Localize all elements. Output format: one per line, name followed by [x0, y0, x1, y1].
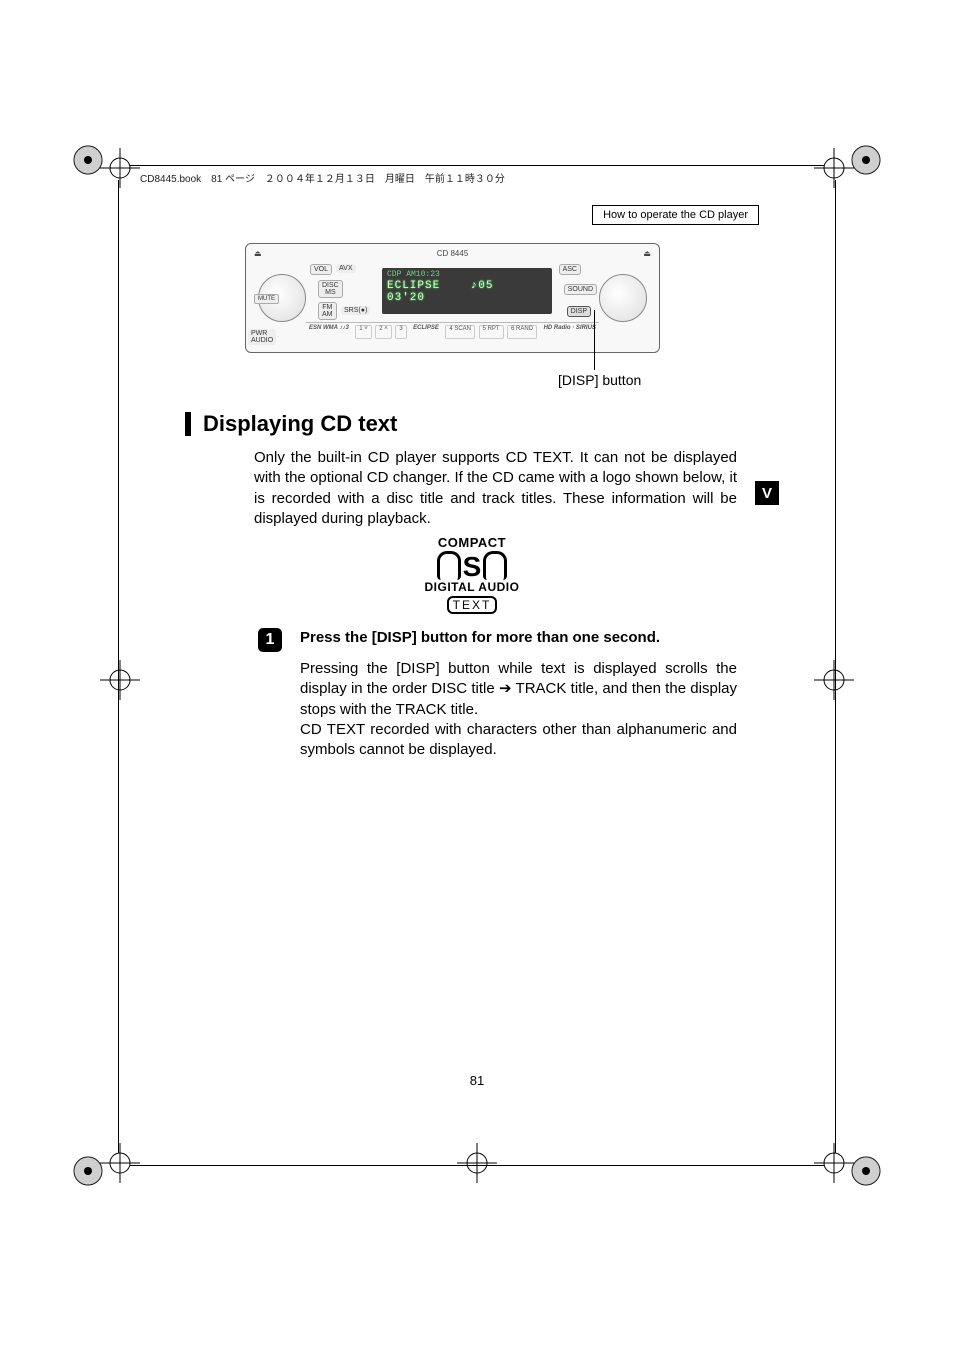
page: CD8445.book 81 ページ ２００４年１２月１３日 月曜日 午前１１時…	[0, 0, 954, 1351]
mute-button: MUTE	[254, 294, 279, 304]
crosshair-icon	[457, 1143, 497, 1183]
strip-btn-4: 4 SCAN	[445, 325, 475, 339]
strip-esn-label: ESN WMA ♪♪3	[306, 325, 352, 339]
intro-paragraph: Only the built-in CD player supports CD …	[254, 448, 737, 529]
disc-ms-button: DISC MS	[318, 280, 343, 298]
crosshair-icon	[814, 1143, 854, 1183]
crosshair-icon	[100, 660, 140, 700]
crop-line	[118, 180, 119, 1153]
breadcrumb: How to operate the CD player	[592, 205, 759, 225]
compact-disc-text-logo: COMPACT S DIGITAL AUDIO TEXT	[420, 535, 524, 614]
logo-d-shape-icon	[437, 551, 461, 580]
asc-button: ASC	[559, 264, 581, 275]
crop-line	[130, 165, 824, 166]
crosshair-icon	[814, 660, 854, 700]
screen-mode-label: CDP AM10:23	[387, 270, 440, 279]
sound-button: SOUND	[564, 284, 597, 295]
step-number-badge: 1	[258, 628, 282, 652]
vol-label: VOL	[310, 264, 332, 275]
device-button-strip: ESN WMA ♪♪3 1 ˅ 2 ˄ 3 ECLIPSE 4 SCAN 5 R…	[306, 322, 599, 339]
device-illustration: ⏏ CD 8445 ⏏ MUTE VOL AVX DISC MS FM AM S…	[245, 243, 660, 353]
crosshair-icon	[100, 148, 140, 188]
callout-line	[594, 310, 595, 370]
page-meta-header: CD8445.book 81 ページ ２００４年１２月１３日 月曜日 午前１１時…	[140, 170, 505, 185]
device-model-label: CD 8445	[437, 249, 469, 258]
crop-line	[835, 180, 836, 1153]
section-tab-v: V	[755, 481, 779, 505]
strip-btn-5: 5 RPT	[479, 325, 504, 339]
strip-btn-6: 6 RAND	[507, 325, 537, 339]
crop-line	[130, 1165, 824, 1166]
device-eject-icon: ⏏	[254, 249, 262, 258]
fm-am-button: FM AM	[318, 302, 337, 320]
screen-time-label: 03'20	[387, 292, 425, 304]
strip-btn-2: 2 ˄	[375, 325, 392, 339]
section-heading: Displaying CD text	[185, 412, 397, 436]
tune-knob	[599, 274, 647, 322]
srs-label: SRS(●)	[341, 306, 370, 315]
step-paragraph: Pressing the [DISP] button while text is…	[300, 659, 737, 760]
device-eject-icon: ⏏	[643, 249, 651, 258]
logo-text-label: TEXT	[447, 596, 498, 614]
screen-track-label: ♪05	[471, 280, 494, 292]
step-heading: Press the [DISP] button for more than on…	[300, 629, 660, 646]
pwr-audio-label: PWR AUDIO	[248, 329, 276, 345]
strip-btn-1: 1 ˅	[355, 325, 372, 339]
logo-d-shape-icon	[483, 551, 507, 580]
logo-s-letter: S	[463, 554, 482, 580]
logo-digital-audio-label: DIGITAL AUDIO	[420, 580, 524, 594]
disp-button-callout: [DISP] button	[558, 372, 641, 388]
avx-label: AVX	[336, 264, 356, 273]
crosshair-icon	[100, 1143, 140, 1183]
strip-btn-3: 3	[395, 325, 406, 339]
device-lcd-screen: CDP AM10:23 ECLIPSE ♪05 03'20	[382, 268, 552, 314]
crosshair-icon	[814, 148, 854, 188]
page-number: 81	[0, 1073, 954, 1088]
disp-button: DISP	[567, 306, 591, 317]
strip-radio-label: HD Radio · SIRIUS	[541, 325, 599, 339]
screen-brand-label: ECLIPSE	[387, 280, 440, 292]
strip-brand-label: ECLIPSE	[410, 325, 442, 339]
logo-compact-label: COMPACT	[420, 535, 524, 550]
